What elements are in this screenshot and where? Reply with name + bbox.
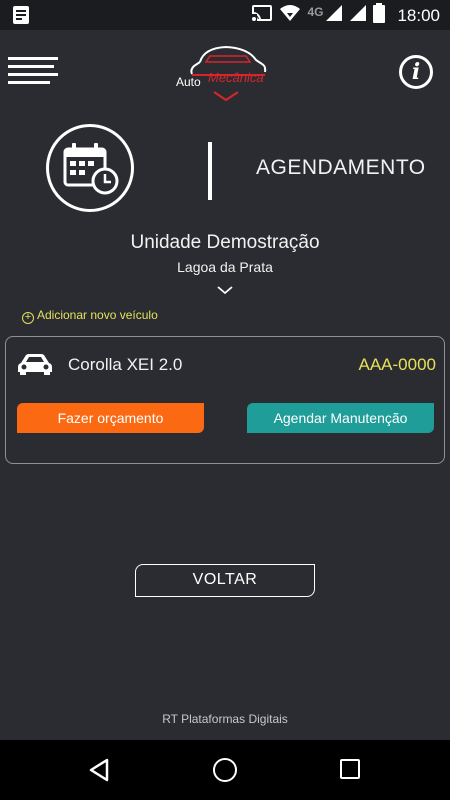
unit-city: Lagoa da Prata (177, 259, 273, 275)
plus-circle-icon: + (22, 312, 34, 324)
vehicle-card: Corolla XEI 2.0 AAA-0000 Fazer orçamento… (5, 336, 445, 464)
app-header: Auto Mecânica i (0, 30, 450, 110)
info-icon[interactable]: i (399, 55, 433, 89)
add-vehicle-link[interactable]: + Adicionar novo veículo (22, 308, 158, 324)
status-bar: 4G 18:00 (0, 0, 450, 30)
wifi-icon (279, 4, 301, 27)
logo-text-auto: Auto (176, 75, 201, 89)
unit-name: Unidade Demostração (130, 232, 320, 253)
back-button[interactable]: VOLTAR (135, 564, 315, 597)
logo: Auto Mecânica (170, 42, 282, 104)
notification-icon (12, 5, 30, 30)
quote-button[interactable]: Fazer orçamento (17, 403, 204, 433)
add-vehicle-label: Adicionar novo veículo (37, 308, 158, 322)
cast-icon (251, 4, 273, 27)
nav-recent-apps-icon[interactable] (340, 759, 360, 779)
car-icon (17, 351, 53, 375)
battery-icon (373, 3, 386, 28)
network-type: 4G (307, 5, 324, 19)
system-nav-bar (0, 740, 450, 800)
calendar-clock-icon (46, 124, 134, 212)
menu-icon[interactable] (8, 57, 60, 89)
nav-back-icon[interactable] (87, 757, 113, 783)
schedule-maintenance-button[interactable]: Agendar Manutenção (247, 403, 434, 433)
vehicle-name: Corolla XEI 2.0 (68, 355, 183, 374)
chevron-down-icon[interactable] (216, 283, 234, 295)
footer-credit: RT Plataformas Digitais (162, 712, 288, 726)
signal-icon (325, 4, 343, 27)
status-time: 18:00 (397, 5, 440, 25)
logo-text-mecanica: Mecânica (208, 70, 264, 85)
section-divider (208, 142, 212, 200)
nav-home-icon[interactable] (213, 758, 237, 782)
signal-icon-2 (349, 4, 367, 27)
vehicle-plate: AAA-0000 (358, 355, 437, 374)
page-title: AGENDAMENTO (256, 156, 426, 179)
